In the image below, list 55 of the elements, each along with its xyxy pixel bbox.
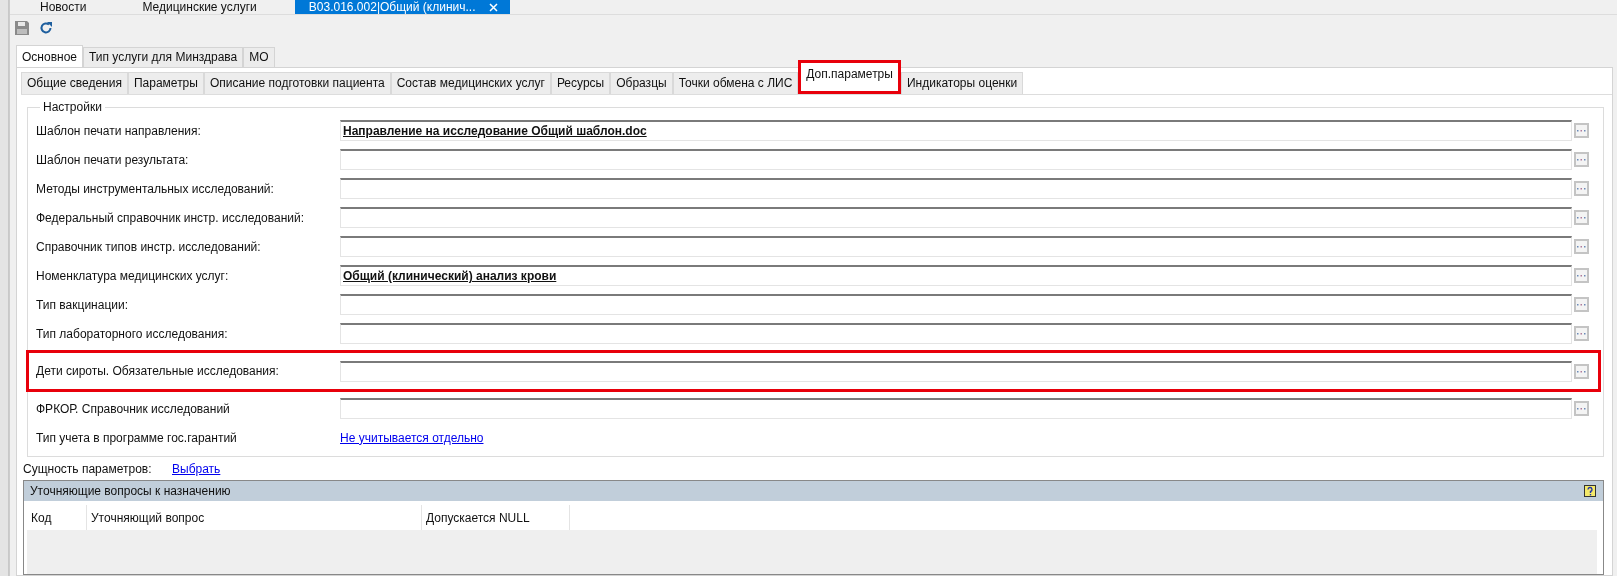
tab[interactable]: Образцы [610, 72, 673, 94]
dots-icon [1577, 216, 1586, 219]
tab[interactable]: Индикаторы оценки [900, 72, 1024, 94]
field-label: Номенклатура медицинских услуг: [36, 268, 230, 283]
input-field[interactable]: Общий (клинический) анализ крови [340, 265, 1572, 286]
dots-icon [1577, 158, 1586, 161]
link[interactable]: Не учитывается отдельно [340, 430, 484, 445]
field-label: Тип лабораторного исследования: [36, 326, 229, 341]
help-icon[interactable] [1584, 484, 1597, 498]
input-field[interactable] [340, 323, 1572, 344]
field-label: Тип учета в программе гос.гарантий [36, 430, 238, 445]
dots-icon [1577, 245, 1586, 248]
dots-icon [1577, 303, 1586, 306]
document-tab[interactable]: B03.016.002|Общий (клинич... [294, 0, 511, 14]
tab[interactable]: Состав медицинских услуг [390, 72, 551, 94]
field-label: Дети сироты. Обязательные исследования: [36, 364, 280, 378]
input-field[interactable] [340, 398, 1572, 419]
tab[interactable]: Точки обмена с ЛИС [672, 72, 799, 94]
document-tab[interactable]: Новости [22, 0, 105, 14]
tab[interactable]: Основное [16, 45, 83, 67]
group-title: Настройки [42, 100, 103, 114]
refresh-icon[interactable] [39, 21, 53, 35]
field-label: Тип вакцинации: [36, 297, 129, 312]
input-field[interactable] [340, 207, 1572, 228]
input-field[interactable]: Направление на исследование Общий шаблон.doc [340, 120, 1572, 141]
link[interactable]: Выбрать [172, 461, 221, 476]
grid-title: Уточняющие вопросы к назначению [30, 484, 231, 498]
document-tab[interactable]: Медицинские услуги [124, 0, 275, 14]
field-label: Методы инструментальных исследований: [36, 181, 275, 196]
tab[interactable]: МО [243, 47, 275, 67]
tab[interactable]: Параметры [127, 72, 204, 94]
field-label: ФРКОР. Справочник исследований [36, 401, 231, 416]
field-label: Федеральный справочник инстр. исследований: [36, 210, 305, 225]
field-label: Шаблон печати результата: [36, 152, 190, 167]
dots-icon [1577, 274, 1586, 277]
field-label: Шаблон печати направления: [36, 123, 202, 138]
tab[interactable]: Описание подготовки пациента [203, 72, 391, 94]
input-field[interactable] [340, 236, 1572, 257]
input-field[interactable] [340, 360, 1572, 382]
input-field[interactable] [340, 149, 1572, 170]
dots-icon [1577, 332, 1586, 335]
input-field[interactable] [340, 294, 1572, 315]
close-icon[interactable] [489, 2, 499, 12]
tab[interactable]: Доп.параметры [798, 60, 901, 94]
save-icon[interactable] [14, 20, 30, 36]
tab[interactable]: Общие сведения [21, 72, 128, 94]
field-label: Справочник типов инстр. исследований: [36, 239, 262, 254]
tab[interactable]: Ресурсы [550, 72, 611, 94]
tab[interactable]: Тип услуги для Минздрава [83, 47, 244, 67]
field-label: Сущность параметров: [23, 461, 153, 476]
dots-icon [1577, 369, 1586, 373]
dots-icon [1577, 407, 1586, 410]
input-field[interactable] [340, 178, 1572, 199]
dots-icon [1577, 187, 1586, 190]
dots-icon [1577, 129, 1586, 132]
